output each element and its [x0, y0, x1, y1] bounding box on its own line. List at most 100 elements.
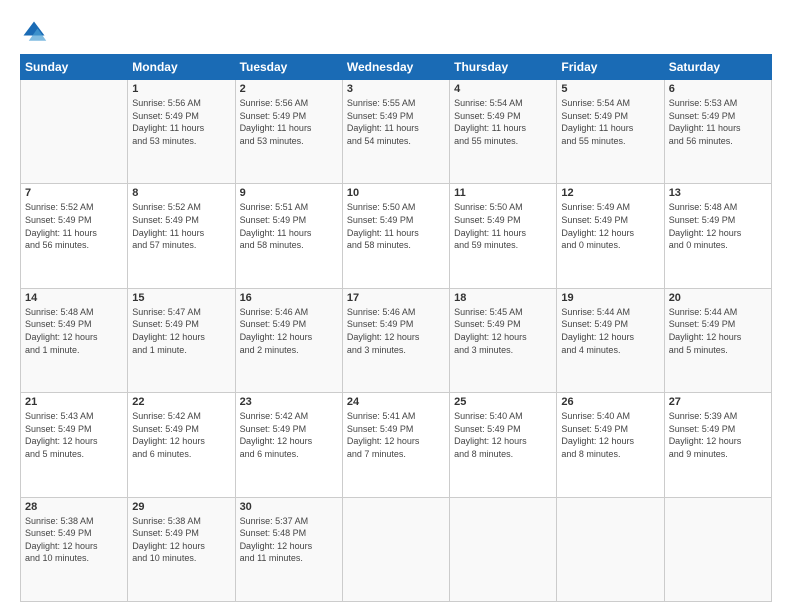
day-cell	[342, 497, 449, 601]
cell-text: Sunrise: 5:40 AM Sunset: 5:49 PM Dayligh…	[454, 410, 552, 460]
day-cell: 2 Sunrise: 5:56 AM Sunset: 5:49 PM Daylig…	[235, 80, 342, 184]
day-cell: 15 Sunrise: 5:47 AM Sunset: 5:49 PM Dayli…	[128, 288, 235, 392]
header-cell-friday: Friday	[557, 55, 664, 80]
cell-text: Sunrise: 5:43 AM Sunset: 5:49 PM Dayligh…	[25, 410, 123, 460]
day-cell: 26 Sunrise: 5:40 AM Sunset: 5:49 PM Dayli…	[557, 393, 664, 497]
day-cell	[21, 80, 128, 184]
day-cell: 12 Sunrise: 5:49 AM Sunset: 5:49 PM Dayli…	[557, 184, 664, 288]
cell-text: Sunrise: 5:54 AM Sunset: 5:49 PM Dayligh…	[561, 97, 659, 147]
day-cell: 25 Sunrise: 5:40 AM Sunset: 5:49 PM Dayli…	[450, 393, 557, 497]
calendar-table: SundayMondayTuesdayWednesdayThursdayFrid…	[20, 54, 772, 602]
cell-text: Sunrise: 5:38 AM Sunset: 5:49 PM Dayligh…	[25, 515, 123, 565]
day-number: 23	[240, 396, 338, 408]
day-cell: 21Sunrise: 5:43 AM Sunset: 5:49 PM Dayli…	[21, 393, 128, 497]
day-number: 4	[454, 83, 552, 95]
calendar-body: 1 Sunrise: 5:56 AM Sunset: 5:49 PM Daylig…	[21, 80, 772, 602]
cell-text: Sunrise: 5:53 AM Sunset: 5:49 PM Dayligh…	[669, 97, 767, 147]
day-cell: 23 Sunrise: 5:42 AM Sunset: 5:49 PM Dayli…	[235, 393, 342, 497]
cell-text: Sunrise: 5:46 AM Sunset: 5:49 PM Dayligh…	[347, 306, 445, 356]
day-cell: 9 Sunrise: 5:51 AM Sunset: 5:49 PM Daylig…	[235, 184, 342, 288]
cell-text: Sunrise: 5:42 AM Sunset: 5:49 PM Dayligh…	[240, 410, 338, 460]
logo-icon	[20, 18, 48, 46]
day-number: 6	[669, 83, 767, 95]
header	[20, 18, 772, 46]
cell-text: Sunrise: 5:50 AM Sunset: 5:49 PM Dayligh…	[454, 201, 552, 251]
cell-text: Sunrise: 5:55 AM Sunset: 5:49 PM Dayligh…	[347, 97, 445, 147]
day-cell: 4 Sunrise: 5:54 AM Sunset: 5:49 PM Daylig…	[450, 80, 557, 184]
cell-text: Sunrise: 5:38 AM Sunset: 5:49 PM Dayligh…	[132, 515, 230, 565]
cell-text: Sunrise: 5:42 AM Sunset: 5:49 PM Dayligh…	[132, 410, 230, 460]
day-cell: 11 Sunrise: 5:50 AM Sunset: 5:49 PM Dayli…	[450, 184, 557, 288]
day-cell: 5 Sunrise: 5:54 AM Sunset: 5:49 PM Daylig…	[557, 80, 664, 184]
day-number: 16	[240, 292, 338, 304]
day-cell: 3 Sunrise: 5:55 AM Sunset: 5:49 PM Daylig…	[342, 80, 449, 184]
day-number: 17	[347, 292, 445, 304]
day-number: 26	[561, 396, 659, 408]
day-cell: 30Sunrise: 5:37 AM Sunset: 5:48 PM Dayli…	[235, 497, 342, 601]
cell-text: Sunrise: 5:51 AM Sunset: 5:49 PM Dayligh…	[240, 201, 338, 251]
day-number: 28	[25, 501, 123, 513]
cell-text: Sunrise: 5:45 AM Sunset: 5:49 PM Dayligh…	[454, 306, 552, 356]
calendar-header: SundayMondayTuesdayWednesdayThursdayFrid…	[21, 55, 772, 80]
page: SundayMondayTuesdayWednesdayThursdayFrid…	[0, 0, 792, 612]
day-number: 29	[132, 501, 230, 513]
day-cell: 17 Sunrise: 5:46 AM Sunset: 5:49 PM Dayli…	[342, 288, 449, 392]
day-cell: 22 Sunrise: 5:42 AM Sunset: 5:49 PM Dayli…	[128, 393, 235, 497]
day-number: 22	[132, 396, 230, 408]
day-cell	[557, 497, 664, 601]
cell-text: Sunrise: 5:50 AM Sunset: 5:49 PM Dayligh…	[347, 201, 445, 251]
day-number: 19	[561, 292, 659, 304]
header-cell-tuesday: Tuesday	[235, 55, 342, 80]
day-cell	[450, 497, 557, 601]
day-number: 12	[561, 187, 659, 199]
day-number: 13	[669, 187, 767, 199]
day-cell: 20 Sunrise: 5:44 AM Sunset: 5:49 PM Dayli…	[664, 288, 771, 392]
day-number: 20	[669, 292, 767, 304]
day-cell: 7 Sunrise: 5:52 AM Sunset: 5:49 PM Daylig…	[21, 184, 128, 288]
header-cell-thursday: Thursday	[450, 55, 557, 80]
day-number: 7	[25, 187, 123, 199]
day-cell: 13 Sunrise: 5:48 AM Sunset: 5:49 PM Dayli…	[664, 184, 771, 288]
day-cell	[664, 497, 771, 601]
day-number: 8	[132, 187, 230, 199]
cell-text: Sunrise: 5:39 AM Sunset: 5:49 PM Dayligh…	[669, 410, 767, 460]
cell-text: Sunrise: 5:49 AM Sunset: 5:49 PM Dayligh…	[561, 201, 659, 251]
day-cell: 6 Sunrise: 5:53 AM Sunset: 5:49 PM Daylig…	[664, 80, 771, 184]
day-cell: 8 Sunrise: 5:52 AM Sunset: 5:49 PM Daylig…	[128, 184, 235, 288]
day-number: 9	[240, 187, 338, 199]
cell-text: Sunrise: 5:48 AM Sunset: 5:49 PM Dayligh…	[25, 306, 123, 356]
day-cell: 10 Sunrise: 5:50 AM Sunset: 5:49 PM Dayli…	[342, 184, 449, 288]
cell-text: Sunrise: 5:52 AM Sunset: 5:49 PM Dayligh…	[25, 201, 123, 251]
cell-text: Sunrise: 5:40 AM Sunset: 5:49 PM Dayligh…	[561, 410, 659, 460]
header-cell-saturday: Saturday	[664, 55, 771, 80]
cell-text: Sunrise: 5:54 AM Sunset: 5:49 PM Dayligh…	[454, 97, 552, 147]
week-row-4: 21Sunrise: 5:43 AM Sunset: 5:49 PM Dayli…	[21, 393, 772, 497]
day-number: 1	[132, 83, 230, 95]
cell-text: Sunrise: 5:48 AM Sunset: 5:49 PM Dayligh…	[669, 201, 767, 251]
cell-text: Sunrise: 5:44 AM Sunset: 5:49 PM Dayligh…	[561, 306, 659, 356]
day-cell: 14Sunrise: 5:48 AM Sunset: 5:49 PM Dayli…	[21, 288, 128, 392]
week-row-1: 1 Sunrise: 5:56 AM Sunset: 5:49 PM Daylig…	[21, 80, 772, 184]
day-cell: 28 Sunrise: 5:38 AM Sunset: 5:49 PM Dayli…	[21, 497, 128, 601]
day-number: 3	[347, 83, 445, 95]
week-row-3: 14Sunrise: 5:48 AM Sunset: 5:49 PM Dayli…	[21, 288, 772, 392]
day-number: 25	[454, 396, 552, 408]
cell-text: Sunrise: 5:37 AM Sunset: 5:48 PM Dayligh…	[240, 515, 338, 565]
day-cell: 18 Sunrise: 5:45 AM Sunset: 5:49 PM Dayli…	[450, 288, 557, 392]
day-number: 18	[454, 292, 552, 304]
day-cell: 1 Sunrise: 5:56 AM Sunset: 5:49 PM Daylig…	[128, 80, 235, 184]
day-number: 2	[240, 83, 338, 95]
day-number: 15	[132, 292, 230, 304]
day-number: 10	[347, 187, 445, 199]
cell-text: Sunrise: 5:56 AM Sunset: 5:49 PM Dayligh…	[240, 97, 338, 147]
week-row-2: 7 Sunrise: 5:52 AM Sunset: 5:49 PM Daylig…	[21, 184, 772, 288]
day-cell: 16Sunrise: 5:46 AM Sunset: 5:49 PM Dayli…	[235, 288, 342, 392]
cell-text: Sunrise: 5:47 AM Sunset: 5:49 PM Dayligh…	[132, 306, 230, 356]
cell-text: Sunrise: 5:52 AM Sunset: 5:49 PM Dayligh…	[132, 201, 230, 251]
header-cell-sunday: Sunday	[21, 55, 128, 80]
day-number: 5	[561, 83, 659, 95]
day-number: 11	[454, 187, 552, 199]
day-cell: 24Sunrise: 5:41 AM Sunset: 5:49 PM Dayli…	[342, 393, 449, 497]
cell-text: Sunrise: 5:56 AM Sunset: 5:49 PM Dayligh…	[132, 97, 230, 147]
cell-text: Sunrise: 5:44 AM Sunset: 5:49 PM Dayligh…	[669, 306, 767, 356]
